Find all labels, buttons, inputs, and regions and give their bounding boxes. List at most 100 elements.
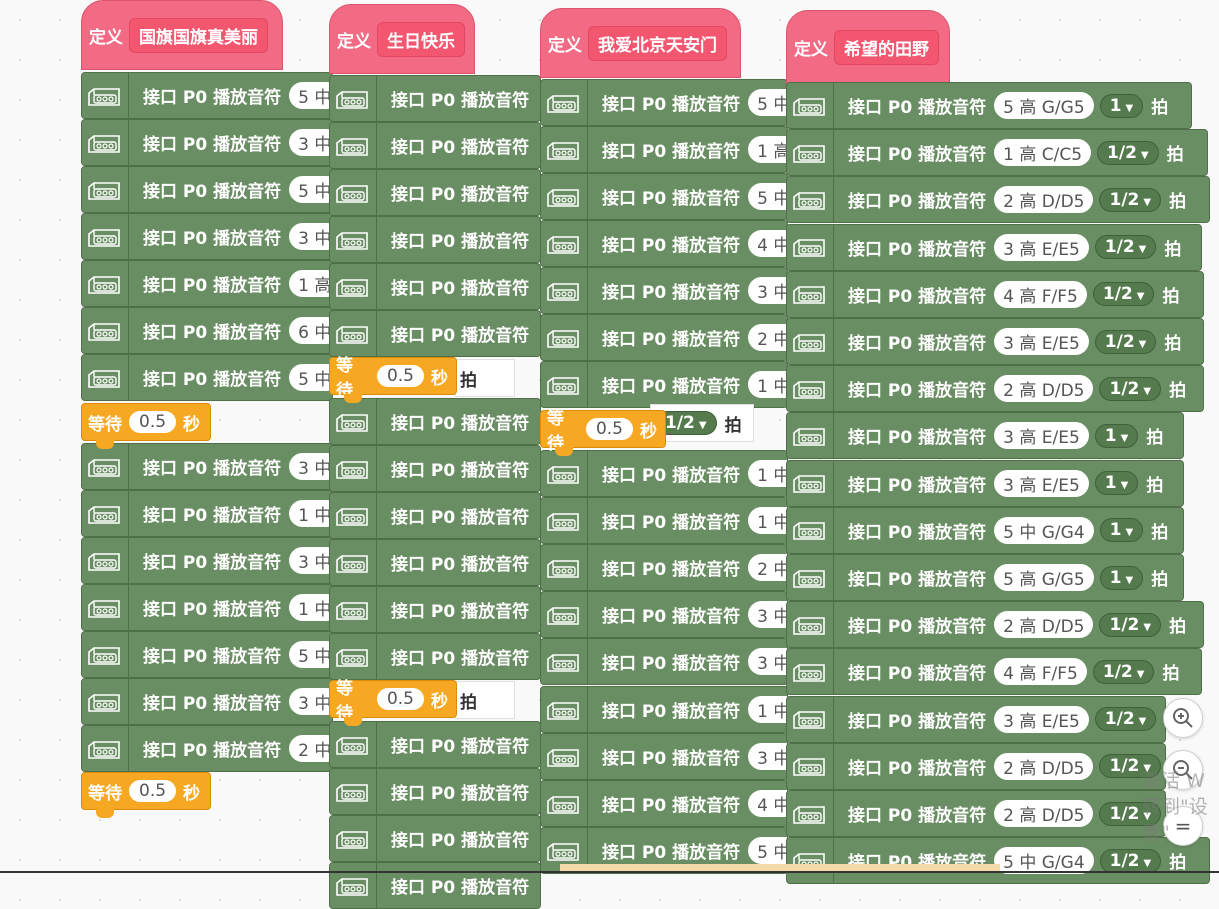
note-dropdown[interactable]: 3 中 — [748, 648, 787, 675]
play-note-block[interactable]: 接口 P0 播放音符 5 中 — [540, 173, 788, 220]
play-note-block[interactable]: 接口 P0 播放音符 — [329, 721, 541, 768]
play-note-block[interactable]: 接口 P0 播放音符 5 高 G/G5 1 ▼ 拍 — [786, 82, 1192, 129]
play-note-block[interactable]: 接口 P0 播放音符 — [329, 539, 541, 586]
play-note-block[interactable]: 接口 P0 播放音符3 高 E/E51/2▼拍 — [786, 695, 1166, 743]
define-hat-block[interactable]: 定义 国旗国旗真美丽 — [81, 0, 283, 70]
beat-dropdown[interactable]: 1/2 ▼ — [1094, 235, 1157, 260]
beat-dropdown[interactable]: 1 ▼ — [1099, 93, 1144, 118]
play-note-block[interactable]: 接口 P0 播放音符 3 中 — [540, 733, 788, 780]
play-note-block[interactable]: 接口 P0 播放音符 — [329, 122, 541, 169]
play-note-block[interactable]: 接口 P0 播放音符 3 中 — [81, 213, 333, 260]
note-dropdown[interactable]: 1 中 — [748, 507, 787, 534]
note-dropdown[interactable]: 6 中 — [289, 317, 332, 344]
play-note-block[interactable]: 接口 P0 播放音符 5 中 — [540, 79, 788, 126]
note-dropdown[interactable]: 3 中 — [289, 688, 332, 715]
play-note-block[interactable]: 接口 P0 播放音符 1 高 — [540, 126, 788, 173]
procedure-name[interactable]: 国旗国旗真美丽 — [129, 17, 268, 53]
note-dropdown[interactable]: 3 中 — [748, 743, 787, 770]
note-dropdown[interactable]: 3 高 E/E5 — [994, 422, 1089, 450]
note-dropdown[interactable]: 3 高 E/E5 — [994, 233, 1089, 261]
play-note-block[interactable]: 接口 P0 播放音符 2 中 — [81, 725, 333, 772]
play-note-block[interactable]: 接口 P0 播放音符2 高 D/D51/2▼拍 — [786, 176, 1210, 224]
play-note-block[interactable]: 接口 P0 播放音符2 高 D/D51/2▼拍 — [786, 601, 1204, 649]
play-note-block[interactable]: 接口 P0 播放音符 — [329, 815, 541, 862]
play-note-block[interactable]: 接口 P0 播放音符 3 中 — [81, 443, 333, 490]
note-dropdown[interactable]: 5 高 G/G5 — [994, 564, 1094, 591]
note-dropdown[interactable]: 3 中 — [289, 223, 332, 250]
note-dropdown[interactable]: 5 中 — [289, 176, 332, 203]
play-note-block[interactable]: 接口 P0 播放音符3 高 E/E51/2▼拍 — [786, 223, 1202, 271]
play-note-block[interactable]: 接口 P0 播放音符 — [329, 862, 541, 909]
play-note-block[interactable]: 接口 P0 播放音符 — [329, 398, 541, 445]
procedure-name[interactable]: 希望的田野 — [834, 29, 939, 65]
play-note-block[interactable]: 接口 P0 播放音符 3 中 — [81, 119, 333, 166]
play-note-block[interactable]: 接口 P0 播放音符2 高 D/D51/2▼拍 — [786, 790, 1166, 837]
note-dropdown[interactable]: 5 中 G/G4 — [994, 516, 1094, 544]
play-note-block[interactable]: 接口 P0 播放音符 — [329, 445, 541, 492]
play-note-block[interactable]: 接口 P0 播放音符 1 高 — [81, 260, 333, 307]
play-note-block[interactable]: 接口 P0 播放音符 2 中 — [540, 544, 788, 591]
play-note-block[interactable]: 接口 P0 播放音符 4 高 F/F5 1/2 ▼ 拍 — [786, 648, 1202, 696]
play-note-block[interactable]: 接口 P0 播放音符 — [329, 768, 541, 815]
beat-dropdown[interactable]: 1/2 ▼ — [1099, 612, 1162, 637]
play-note-block[interactable]: 接口 P0 播放音符 1 中 — [81, 584, 333, 631]
note-dropdown[interactable]: 2 高 D/D5 — [994, 752, 1094, 780]
note-dropdown[interactable]: 3 高 E/E5 — [994, 328, 1089, 355]
wait-seconds-input[interactable]: 0.5 — [129, 411, 177, 433]
note-dropdown[interactable]: 1 高 — [289, 270, 332, 297]
wait-block[interactable]: 等待 0.5 秒 — [81, 403, 211, 449]
play-note-block[interactable]: 接口 P0 播放音符 — [329, 169, 541, 216]
play-note-block[interactable]: 接口 P0 播放音符 3 中 — [81, 537, 333, 584]
play-note-block[interactable]: 接口 P0 播放音符 — [329, 263, 541, 310]
note-dropdown[interactable]: 3 中 — [289, 453, 332, 480]
play-note-block[interactable]: 接口 P0 播放音符 3 中 — [81, 678, 333, 725]
beat-dropdown[interactable]: 1 ▼ — [1099, 565, 1144, 590]
beat-dropdown[interactable]: 1/2 ▼ — [1092, 659, 1155, 684]
play-note-block[interactable]: 接口 P0 播放音符 — [329, 492, 541, 539]
note-dropdown[interactable]: 1 高 — [748, 136, 787, 163]
play-note-block[interactable]: 接口 P0 播放音符2 高 D/D51/2▼拍 — [786, 365, 1204, 413]
beat-dropdown[interactable]: 1/2 ▼ — [1099, 187, 1162, 212]
play-note-block[interactable]: 接口 P0 播放音符 — [329, 216, 541, 263]
note-dropdown[interactable]: 1 中 — [289, 500, 332, 527]
beat-dropdown[interactable]: 1/2 ▼ — [1097, 140, 1159, 165]
wait-block[interactable]: 等待 0.5 秒 — [329, 679, 457, 726]
note-dropdown[interactable]: 4 中 — [748, 790, 787, 817]
play-note-block[interactable]: 接口 P0 播放音符 2 中 — [540, 314, 788, 361]
define-hat-block[interactable]: 定义 我爱北京天安门 — [540, 8, 741, 78]
play-note-block[interactable]: 接口 P0 播放音符 — [329, 586, 541, 633]
play-note-block[interactable]: 接口 P0 播放音符 3 高 E/E5 1 ▼ 拍 — [786, 459, 1184, 507]
note-dropdown[interactable]: 5 中 — [748, 183, 787, 210]
note-dropdown[interactable]: 2 高 D/D5 — [994, 800, 1094, 827]
note-dropdown[interactable]: 5 中 — [289, 82, 332, 109]
wait-block[interactable]: 等待 0.5 秒 — [81, 772, 211, 818]
note-dropdown[interactable]: 5 中 — [289, 641, 332, 668]
note-dropdown[interactable]: 1 中 — [748, 696, 787, 723]
zoom-in-button[interactable] — [1163, 698, 1203, 738]
play-note-block[interactable]: 接口 P0 播放音符 5 中 — [81, 631, 333, 678]
note-dropdown[interactable]: 1 中 — [748, 371, 787, 398]
play-note-block[interactable]: 接口 P0 播放音符 1 中 — [540, 450, 788, 497]
beat-dropdown[interactable]: 1/2 ▼ — [1094, 329, 1157, 354]
note-dropdown[interactable]: 2 高 D/D5 — [994, 375, 1094, 403]
note-dropdown[interactable]: 5 中 — [289, 364, 332, 391]
beat-dropdown[interactable]: 1 ▼ — [1094, 423, 1139, 448]
note-dropdown[interactable]: 5 高 G/G5 — [994, 92, 1094, 119]
play-note-block[interactable]: 接口 P0 播放音符 — [329, 633, 541, 680]
procedure-name[interactable]: 生日快乐 — [377, 21, 465, 57]
note-dropdown[interactable]: 4 中 — [748, 230, 787, 257]
note-dropdown[interactable]: 2 高 D/D5 — [994, 611, 1094, 639]
play-note-block[interactable]: 接口 P0 播放音符 5 中 — [81, 72, 333, 119]
wait-seconds-input[interactable]: 0.5 — [585, 418, 633, 440]
note-dropdown[interactable]: 5 中 — [748, 89, 787, 116]
note-dropdown[interactable]: 1 中 — [289, 594, 332, 621]
wait-seconds-input[interactable]: 0.5 — [376, 365, 424, 387]
play-note-block[interactable]: 接口 P0 播放音符 3 中 — [540, 591, 788, 638]
play-note-block[interactable]: 接口 P0 播放音符 3 中 — [540, 267, 788, 314]
note-dropdown[interactable]: 3 高 E/E5 — [994, 705, 1089, 733]
play-note-block[interactable]: 接口 P0 播放音符 — [329, 310, 541, 357]
note-dropdown[interactable]: 1 高 C/C5 — [994, 139, 1092, 167]
note-dropdown[interactable]: 1 中 — [748, 460, 787, 487]
beat-dropdown[interactable]: 1/2 ▼ — [1099, 848, 1162, 873]
note-dropdown[interactable]: 2 中 — [748, 554, 787, 581]
